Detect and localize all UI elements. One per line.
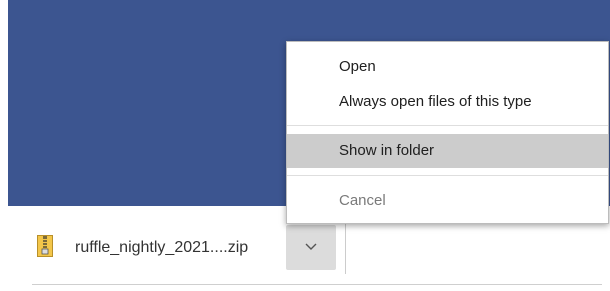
menu-item-cancel[interactable]: Cancel [287,184,608,218]
shelf-divider [32,284,602,285]
download-context-menu: Open Always open files of this type Show… [286,41,609,224]
download-menu-button[interactable] [286,225,336,270]
menu-separator [287,175,608,176]
download-file-name: ruffle_nightly_2021....zip [75,239,249,256]
menu-item-open[interactable]: Open [287,50,608,84]
menu-separator [287,125,608,126]
menu-item-always-open[interactable]: Always open files of this type [287,85,608,119]
download-item-separator [345,224,346,274]
chevron-down-icon [305,243,317,250]
download-item[interactable]: ruffle_nightly_2021....zip [30,221,348,275]
zip-file-icon [37,235,53,257]
menu-item-show-in-folder[interactable]: Show in folder [287,134,608,168]
